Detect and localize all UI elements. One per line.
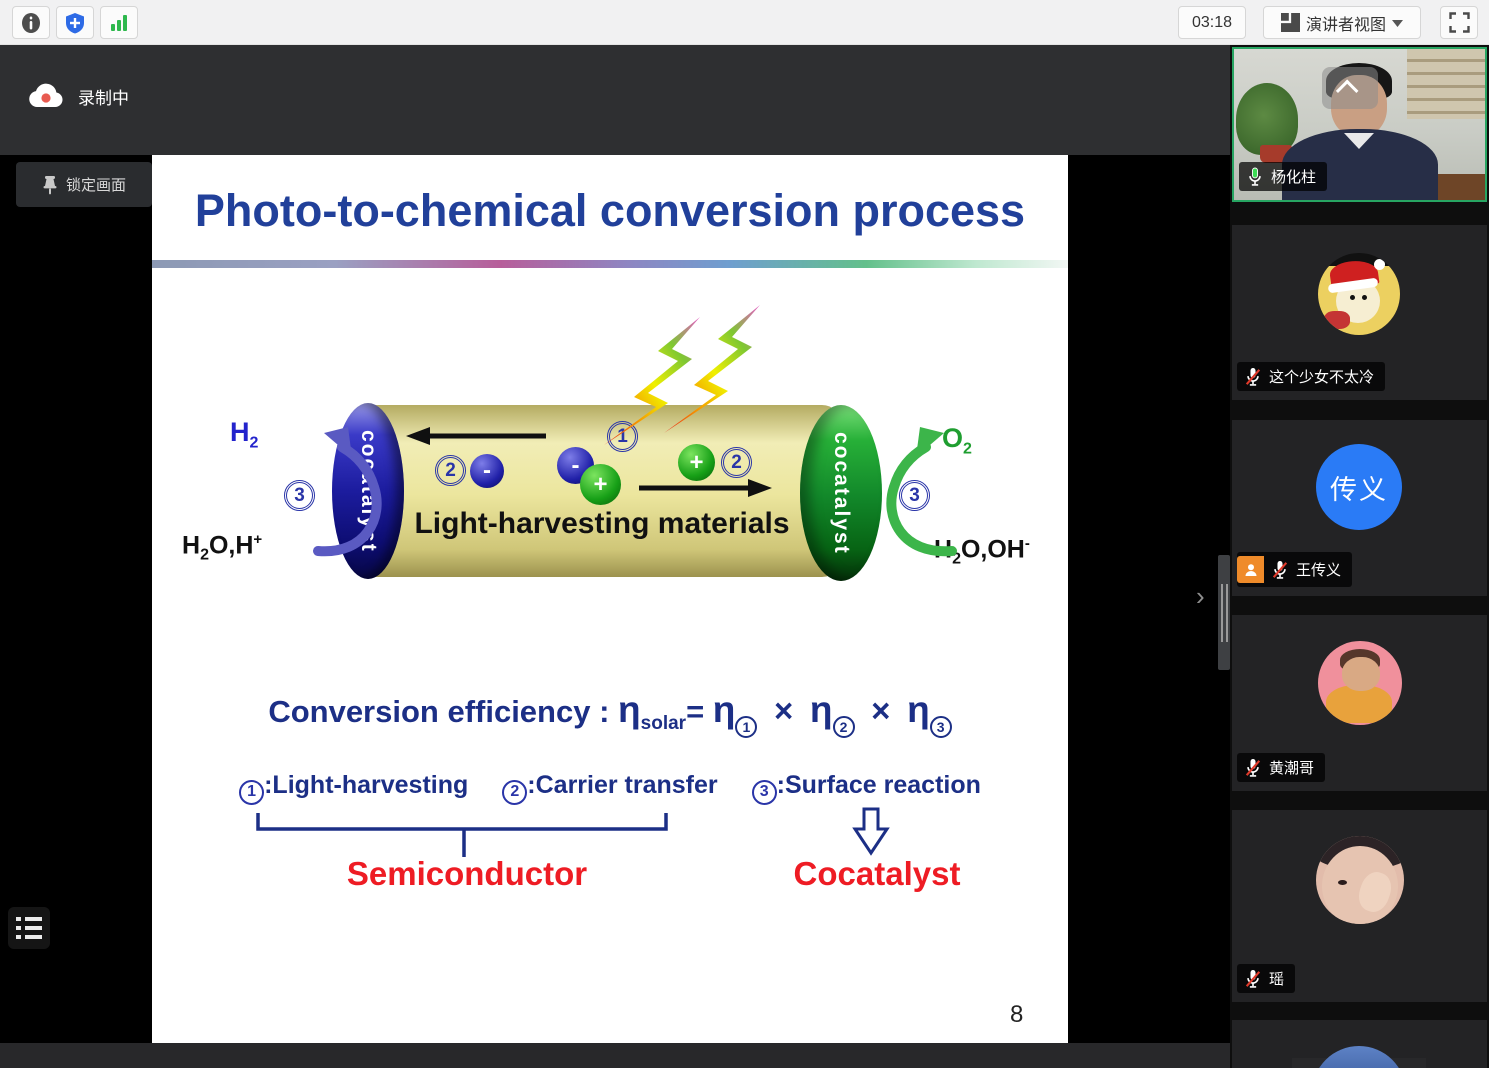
avatar bbox=[1318, 253, 1400, 335]
signal-bars-icon bbox=[108, 13, 130, 33]
speaker-view-icon bbox=[1281, 13, 1300, 32]
fullscreen-button[interactable] bbox=[1440, 6, 1478, 39]
main-stage: 录制中 锁定画面 Photo-to-chemical conversion pr… bbox=[0, 45, 1230, 1068]
cloud-recording-icon bbox=[28, 83, 64, 109]
shield-plus-icon bbox=[64, 12, 86, 34]
meeting-timer: 03:18 bbox=[1178, 6, 1246, 39]
participant-name: 王传义 bbox=[1296, 559, 1341, 580]
step2-circle-right: 2 bbox=[721, 447, 752, 478]
participants-panel: 杨化柱 这个少女不太冷 bbox=[1230, 45, 1489, 1068]
step3-circle-right: 3 bbox=[899, 480, 930, 511]
legend-item: 2:Carrier transfer bbox=[502, 771, 717, 805]
expand-panel-chevron[interactable]: › bbox=[1196, 583, 1205, 609]
participant-tile[interactable]: 传义 王传义 bbox=[1232, 420, 1487, 596]
lock-screen-label: 锁定画面 bbox=[66, 174, 126, 195]
cylinder-body-label: Light-harvesting materials bbox=[392, 507, 812, 541]
cocatalyst-right-label: cocatalyst bbox=[829, 432, 853, 555]
cocatalyst-cap-right: cocatalyst bbox=[800, 405, 882, 581]
host-badge-icon bbox=[1237, 556, 1264, 583]
stage-top-strip bbox=[0, 45, 1230, 155]
pushpin-icon bbox=[42, 175, 58, 195]
top-toolbar: 03:18 演讲者视图 bbox=[0, 0, 1489, 45]
view-mode-button[interactable]: 演讲者视图 bbox=[1263, 6, 1421, 39]
participant-name-chip: 杨化柱 bbox=[1239, 162, 1327, 191]
caret-down-icon bbox=[1392, 19, 1403, 27]
water-proton-label: H2O,H+ bbox=[182, 531, 262, 564]
step2-circle-left: 2 bbox=[435, 455, 466, 486]
chevron-up-icon bbox=[1336, 80, 1359, 103]
slide-page-number: 8 bbox=[1010, 1001, 1023, 1029]
participant-tile[interactable]: 瑶 bbox=[1232, 810, 1487, 1002]
legend-item: 1:Light-harvesting bbox=[239, 771, 468, 805]
participant-tile[interactable]: 黄潮哥 bbox=[1232, 615, 1487, 791]
avatar: 传义 bbox=[1316, 444, 1402, 530]
meeting-window: 03:18 演讲者视图 录制中 bbox=[0, 0, 1489, 1068]
meeting-info-button[interactable] bbox=[12, 6, 50, 39]
participant-name-chip: 这个少女不太冷 bbox=[1237, 362, 1385, 391]
down-arrow-icon bbox=[855, 809, 887, 853]
participant-tile[interactable]: 这个少女不太冷 bbox=[1232, 225, 1487, 400]
participant-name: 杨化柱 bbox=[1271, 166, 1316, 187]
participant-name-chip: 王传义 bbox=[1237, 552, 1352, 587]
shared-slide: Photo-to-chemical conversion process coc… bbox=[152, 155, 1068, 1043]
o2-label: O2 bbox=[942, 423, 972, 458]
stage-bottom-strip bbox=[0, 1043, 1230, 1068]
hole-sphere: + bbox=[580, 464, 621, 505]
mic-muted-icon bbox=[1271, 560, 1289, 580]
water-hydroxide-label: H2O,OH- bbox=[934, 535, 1030, 568]
participant-name: 黄潮哥 bbox=[1269, 757, 1314, 778]
avatar bbox=[1318, 641, 1402, 725]
collapse-tile-button[interactable] bbox=[1322, 67, 1378, 109]
cocatalyst-left-label: cocatalyst bbox=[356, 430, 380, 553]
step1-circle: 1 bbox=[607, 421, 638, 452]
sidebar-resize-grip[interactable] bbox=[1218, 555, 1230, 670]
participant-name: 瑶 bbox=[1269, 968, 1284, 989]
participant-name: 这个少女不太冷 bbox=[1269, 366, 1374, 387]
participant-tile-partial[interactable] bbox=[1232, 1020, 1487, 1068]
network-signal-button[interactable] bbox=[100, 6, 138, 39]
agenda-list-button[interactable] bbox=[8, 907, 50, 949]
diagram-annotations bbox=[152, 155, 1068, 1043]
mic-muted-icon bbox=[1244, 367, 1262, 387]
h2-label: H2 bbox=[230, 417, 258, 452]
slide-title: Photo-to-chemical conversion process bbox=[152, 185, 1068, 237]
electron-sphere: - bbox=[470, 454, 504, 488]
avatar-initials: 传义 bbox=[1330, 468, 1388, 507]
security-button[interactable] bbox=[56, 6, 94, 39]
info-icon bbox=[20, 12, 42, 34]
hole-sphere: + bbox=[678, 444, 715, 481]
fullscreen-icon bbox=[1449, 12, 1470, 33]
avatar bbox=[1316, 836, 1404, 924]
participant-tile-video[interactable]: 杨化柱 bbox=[1232, 47, 1487, 202]
participant-name-chip: 瑶 bbox=[1237, 964, 1295, 993]
timer-text: 03:18 bbox=[1192, 14, 1232, 32]
lock-screen-button[interactable]: 锁定画面 bbox=[16, 162, 152, 207]
mic-muted-icon bbox=[1244, 758, 1262, 778]
semiconductor-brace bbox=[258, 813, 666, 857]
semiconductor-label: Semiconductor bbox=[342, 855, 592, 893]
step-legend: 1:Light-harvesting 2:Carrier transfer 3:… bbox=[152, 771, 1068, 805]
mic-muted-icon bbox=[1244, 969, 1262, 989]
view-mode-label: 演讲者视图 bbox=[1306, 11, 1386, 35]
legend-item: 3:Surface reaction bbox=[752, 771, 981, 805]
recording-label: 录制中 bbox=[78, 84, 129, 109]
conversion-efficiency-formula: Conversion efficiency : ηsolar= η1 × η2 … bbox=[152, 689, 1068, 738]
bullet-list-icon bbox=[16, 917, 42, 939]
step3-circle-left: 3 bbox=[284, 480, 315, 511]
avatar bbox=[1312, 1046, 1406, 1068]
recording-indicator: 录制中 bbox=[28, 83, 129, 109]
title-divider bbox=[152, 260, 1068, 268]
cocatalyst-cap-left: cocatalyst bbox=[332, 403, 404, 579]
participant-name-chip: 黄潮哥 bbox=[1237, 753, 1325, 782]
mic-on-icon bbox=[1246, 167, 1264, 187]
cocatalyst-label: Cocatalyst bbox=[752, 855, 1002, 893]
